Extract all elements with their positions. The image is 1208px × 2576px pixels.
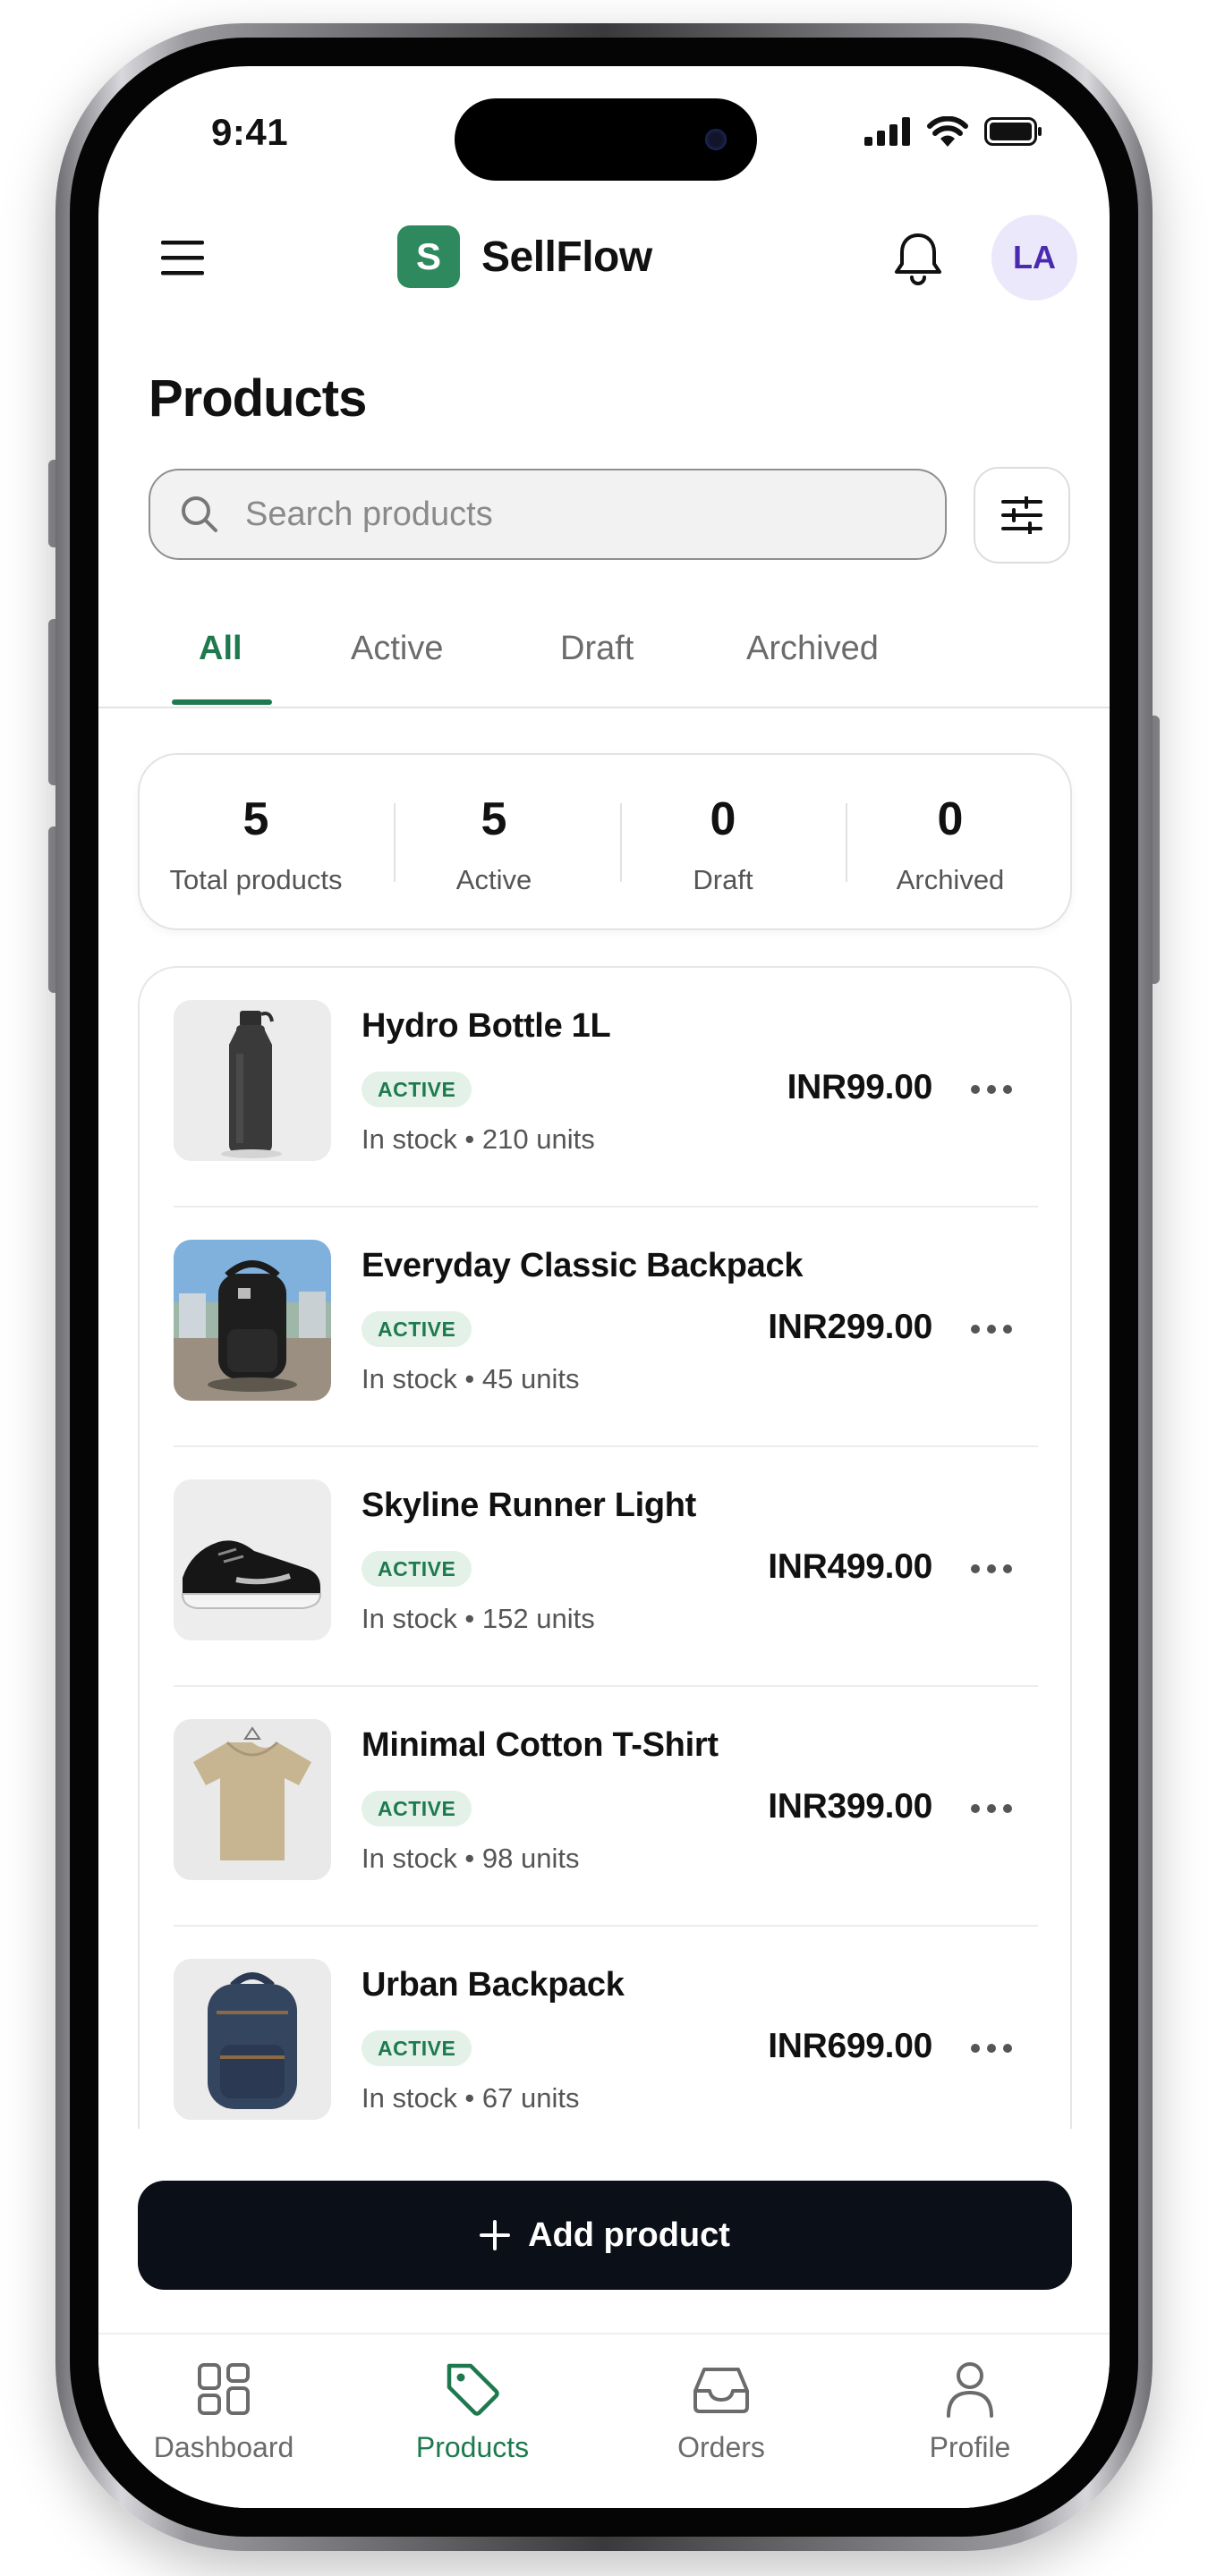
- status-badge: ACTIVE: [362, 1551, 472, 1587]
- battery-icon: [984, 117, 1042, 146]
- nav-products[interactable]: Products: [374, 2358, 571, 2464]
- product-stock: In stock • 210 units: [362, 1123, 595, 1155]
- tab-archived[interactable]: Archived: [746, 630, 879, 668]
- tag-icon: [447, 2363, 499, 2416]
- product-price: INR699.00: [768, 2027, 932, 2065]
- product-row[interactable]: Everyday Classic Backpack ACTIVE In stoc…: [140, 1208, 1070, 1447]
- status-badge: ACTIVE: [362, 1311, 472, 1347]
- tab-all[interactable]: All: [199, 630, 242, 668]
- active-tab-indicator: [172, 699, 272, 705]
- product-stock: In stock • 152 units: [362, 1603, 595, 1634]
- more-horizontal-icon: [971, 2044, 1012, 2053]
- product-name: Minimal Cotton T-Shirt: [362, 1726, 719, 1764]
- wifi-icon: [927, 116, 968, 147]
- product-image-backpack-black: [174, 1240, 331, 1401]
- more-options-button[interactable]: [965, 2030, 1018, 2066]
- status-badge: ACTIVE: [362, 2030, 472, 2066]
- product-stock: In stock • 45 units: [362, 1363, 580, 1394]
- product-name: Hydro Bottle 1L: [362, 1007, 611, 1045]
- more-options-button[interactable]: [965, 1791, 1018, 1826]
- tab-draft[interactable]: Draft: [560, 630, 634, 668]
- stat-label: Archived: [896, 864, 1005, 895]
- add-product-button[interactable]: Add product: [138, 2181, 1072, 2290]
- stat-archived: 0 Archived: [836, 755, 1065, 932]
- product-image-tshirt: [174, 1719, 331, 1880]
- search-icon: [177, 492, 222, 537]
- stat-value: 5: [242, 793, 269, 845]
- stat-value: 0: [937, 793, 964, 845]
- status-icons: [864, 116, 1043, 147]
- product-row[interactable]: Skyline Runner Light ACTIVE In stock • 1…: [140, 1447, 1070, 1687]
- user-icon: [947, 2362, 993, 2418]
- product-name: Skyline Runner Light: [362, 1487, 697, 1524]
- notifications-button[interactable]: [889, 227, 947, 290]
- more-options-button[interactable]: [965, 1072, 1018, 1107]
- nav-label: Orders: [677, 2431, 765, 2463]
- product-image-bottle: [174, 1000, 331, 1161]
- brand-logo: S: [397, 225, 460, 288]
- more-horizontal-icon: [971, 1804, 1012, 1813]
- plus-icon: [480, 2220, 511, 2250]
- search-bar: [149, 469, 947, 560]
- product-price: INR99.00: [787, 1068, 933, 1106]
- dynamic-island: [455, 98, 757, 181]
- sliders-icon: [1001, 496, 1042, 534]
- stat-value: 5: [481, 793, 507, 845]
- hamburger-icon: [161, 241, 204, 275]
- brand: S SellFlow: [397, 225, 652, 288]
- avatar[interactable]: LA: [991, 215, 1077, 301]
- stat-label: Total products: [169, 864, 343, 895]
- front-camera: [705, 129, 727, 150]
- nav-label: Dashboard: [153, 2431, 294, 2463]
- more-options-button[interactable]: [965, 1551, 1018, 1587]
- product-name: Urban Backpack: [362, 1966, 625, 2004]
- tab-active[interactable]: Active: [351, 630, 443, 668]
- bottom-navigation: Dashboard Products Orders Profile: [98, 2333, 1110, 2508]
- nav-label: Products: [415, 2431, 530, 2463]
- inbox-icon: [693, 2368, 749, 2413]
- more-horizontal-icon: [971, 1325, 1012, 1334]
- stat-label: Active: [455, 864, 532, 895]
- nav-profile[interactable]: Profile: [872, 2358, 1068, 2464]
- add-product-label: Add product: [528, 2216, 730, 2254]
- brand-name: SellFlow: [481, 233, 652, 281]
- status-badge: ACTIVE: [362, 1072, 472, 1107]
- filter-button[interactable]: [974, 467, 1070, 564]
- stat-total: 5 Total products: [141, 755, 370, 932]
- product-price: INR499.00: [768, 1547, 932, 1586]
- signal-icon: [864, 117, 910, 146]
- nav-label: Profile: [929, 2431, 1011, 2463]
- stat-active: 5 Active: [379, 755, 608, 932]
- product-list: Hydro Bottle 1L ACTIVE In stock • 210 un…: [138, 966, 1072, 2129]
- more-horizontal-icon: [971, 1564, 1012, 1573]
- product-stock: In stock • 98 units: [362, 1843, 580, 1874]
- product-image-backpack-navy: [174, 1959, 331, 2120]
- menu-button[interactable]: [157, 233, 208, 283]
- status-badge: ACTIVE: [362, 1791, 472, 1826]
- stat-value: 0: [710, 793, 736, 845]
- product-row[interactable]: Urban Backpack ACTIVE In stock • 67 unit…: [140, 1927, 1070, 2129]
- search-input[interactable]: [243, 494, 873, 535]
- more-horizontal-icon: [971, 1085, 1012, 1094]
- product-price: INR399.00: [768, 1787, 932, 1826]
- product-row[interactable]: Minimal Cotton T-Shirt ACTIVE In stock •…: [140, 1687, 1070, 1927]
- phone-screen: 9:41 S SellFlow LA Products Search produ…: [98, 66, 1110, 2508]
- product-name: Everyday Classic Backpack: [362, 1247, 804, 1284]
- product-row[interactable]: Hydro Bottle 1L ACTIVE In stock • 210 un…: [140, 968, 1070, 1208]
- nav-dashboard[interactable]: Dashboard: [125, 2358, 322, 2464]
- page-title: Products: [149, 369, 367, 428]
- stat-draft: 0 Draft: [608, 755, 838, 932]
- status-time: 9:41: [211, 111, 289, 153]
- nav-orders[interactable]: Orders: [623, 2358, 820, 2464]
- product-price: INR299.00: [768, 1308, 932, 1346]
- status-tabs: All Active Draft Archived: [98, 621, 1110, 708]
- grid-icon: [198, 2363, 250, 2415]
- stats-summary: 5 Total products 5 Active 0 Draft 0 Arch…: [138, 753, 1072, 930]
- product-stock: In stock • 67 units: [362, 2082, 580, 2114]
- product-image-sneaker: [174, 1479, 331, 1640]
- more-options-button[interactable]: [965, 1311, 1018, 1347]
- bell-icon: [895, 233, 941, 285]
- stat-label: Draft: [693, 864, 753, 895]
